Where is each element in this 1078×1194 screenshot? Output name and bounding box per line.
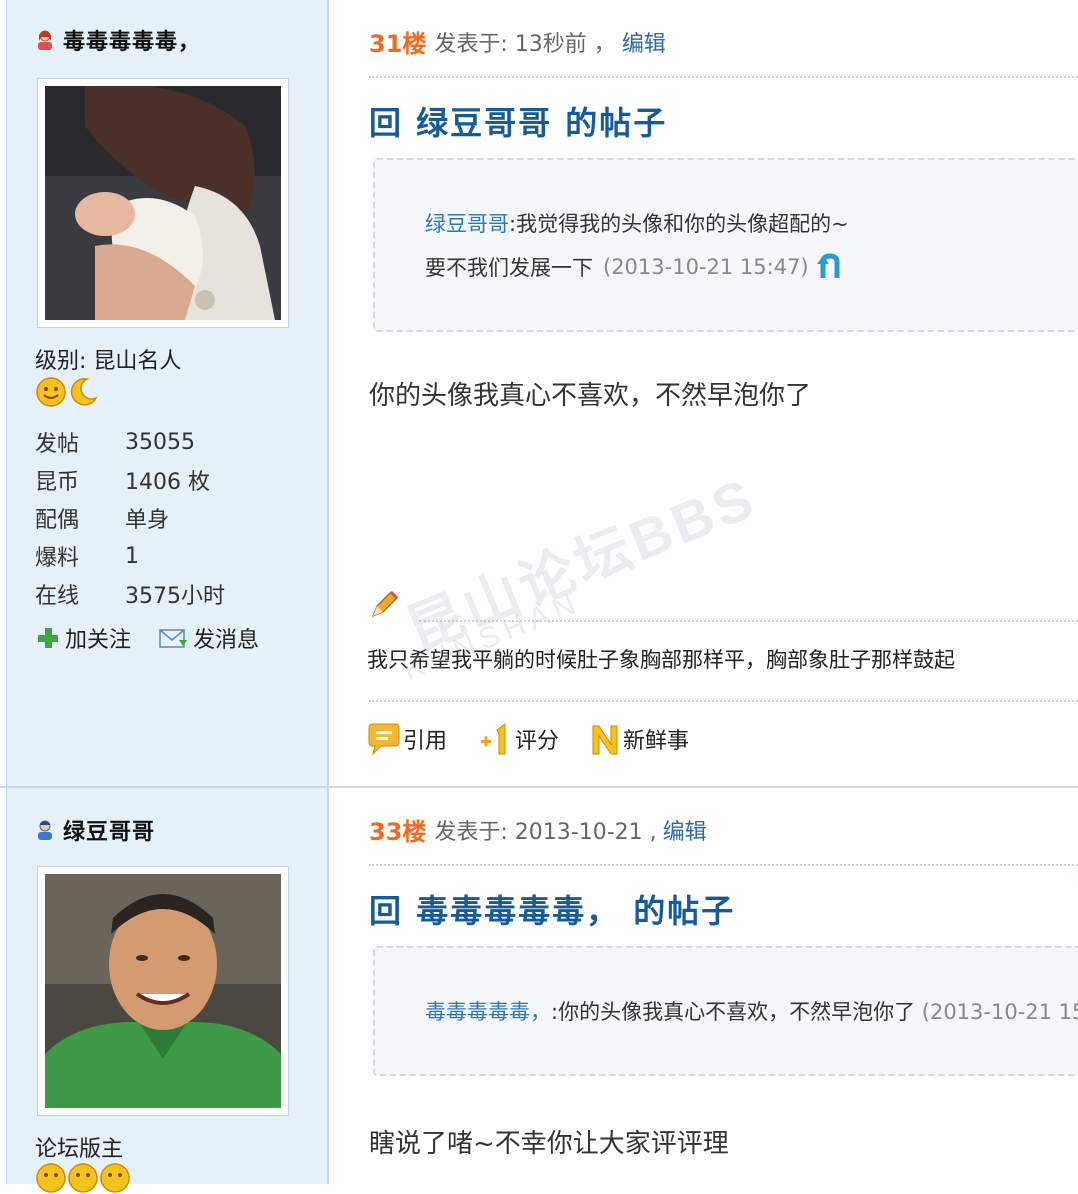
divider — [369, 700, 1078, 702]
stat-posts: 发帖 35055 — [35, 423, 225, 461]
jump-up-icon[interactable] — [815, 252, 845, 282]
post-header: 31楼 发表于: 13秒前 ， 编辑 — [369, 24, 666, 59]
quote-line-1: 绿豆哥哥:我觉得我的头像和你的头像超配的~ — [425, 208, 849, 238]
post-actions: 引用 评分 新鲜事 — [367, 722, 689, 756]
quote-line-2: 要不我们发展一下 (2013-10-21 15:47) — [425, 252, 845, 282]
pencil-icon — [371, 590, 399, 618]
follow-label: 加关注 — [65, 628, 132, 653]
stat-reports: 爆料 1 — [35, 537, 225, 575]
floor-number[interactable]: 33楼 — [369, 812, 426, 847]
quote-box: 绿豆哥哥:我觉得我的头像和你的头像超配的~ 要不我们发展一下 (2013-10-… — [373, 158, 1078, 332]
post-title: 回 毒毒毒毒毒， 的帖子 — [369, 892, 736, 930]
stat-label: 配偶 — [35, 508, 80, 533]
signature: 我只希望我平躺的时候肚子象胸部那样平，胸部象肚子那样鼓起 — [367, 648, 955, 672]
quote-button[interactable]: 引用 — [367, 722, 447, 756]
post-meta: 发表于: 2013-10-21 , — [434, 819, 657, 845]
plus-one-icon — [481, 723, 506, 755]
stat-value: 35055 — [125, 429, 195, 455]
avatar-frame[interactable] — [37, 866, 289, 1116]
user-sidebar: 毒毒毒毒毒， 级别: 昆山名人 发帖 35055 昆币 1406 枚 配偶 单身… — [7, 0, 329, 786]
quote-text: :我觉得我的头像和你的头像超配的~ — [509, 212, 849, 236]
quote-label: 引用 — [403, 729, 448, 754]
sun-medal-icon — [68, 1163, 98, 1193]
stat-label: 发帖 — [35, 432, 80, 457]
quote-author-link[interactable]: 绿豆哥哥 — [425, 212, 509, 236]
post-header: 33楼 发表于: 2013-10-21 , 编辑 — [369, 812, 707, 847]
plus-icon — [38, 628, 58, 648]
divider — [369, 864, 1078, 866]
male-user-icon — [38, 820, 52, 840]
divider — [369, 76, 1078, 78]
stat-value: 单身 — [125, 508, 170, 533]
stat-value: 1 — [125, 543, 139, 569]
quote-text: :你的头像我真心不喜欢，不然早泡你了 — [551, 1000, 916, 1024]
sun-medal-icon — [36, 377, 66, 407]
stat-label: 在线 — [35, 584, 80, 609]
quote-time: (2013-10-21 15:47) — [921, 1000, 1078, 1024]
post-content: 31楼 发表于: 13秒前 ， 编辑 回 绿豆哥哥 的帖子 绿豆哥哥:我觉得我的… — [329, 0, 1078, 786]
rate-button[interactable]: 评分 — [477, 722, 559, 756]
username[interactable]: 毒毒毒毒毒， — [63, 24, 201, 56]
post-meta: 发表于: 13秒前 ， — [434, 31, 616, 57]
medals — [35, 376, 99, 408]
user-level: 级别: 昆山名人 — [35, 349, 182, 374]
stat-online: 在线 3575小时 — [35, 575, 225, 613]
stat-coins: 昆币 1406 枚 — [35, 461, 225, 499]
username-row: 毒毒毒毒毒， — [35, 24, 201, 56]
stat-value: 3575小时 — [125, 584, 225, 609]
quote-text-2: 要不我们发展一下 — [425, 256, 593, 280]
post-body: 瞎说了啫~不幸你让大家评评理 — [369, 1129, 729, 1159]
envelope-icon — [159, 629, 188, 648]
post-body: 你的头像我真心不喜欢，不然早泡你了 — [369, 381, 812, 411]
quote-line-1: 毒毒毒毒毒，:你的头像我真心不喜欢，不然早泡你了 (2013-10-21 15:… — [425, 996, 1078, 1026]
username-row: 绿豆哥哥 — [35, 814, 155, 846]
post-title: 回 绿豆哥哥 的帖子 — [369, 104, 668, 142]
stat-value: 1406 枚 — [125, 470, 210, 495]
sun-medal-icon — [36, 1163, 66, 1193]
stat-spouse: 配偶 单身 — [35, 499, 225, 537]
stat-label: 昆币 — [35, 470, 80, 495]
fresh-label: 新鲜事 — [623, 729, 690, 754]
post-content: 33楼 发表于: 2013-10-21 , 编辑 回 毒毒毒毒毒， 的帖子 毒毒… — [329, 788, 1078, 1184]
avatar-frame[interactable] — [37, 78, 289, 328]
user-actions: 加关注 发消息 — [35, 622, 259, 654]
edit-link[interactable]: 编辑 — [663, 814, 707, 846]
username[interactable]: 绿豆哥哥 — [63, 814, 155, 846]
post-31: 毒毒毒毒毒， 级别: 昆山名人 发帖 35055 昆币 1406 枚 配偶 单身… — [0, 0, 1078, 788]
quote-time: (2013-10-21 15:47) — [603, 255, 809, 279]
quote-author-link[interactable]: 毒毒毒毒毒， — [425, 1000, 551, 1024]
stat-label: 爆料 — [35, 546, 80, 571]
medals — [35, 1162, 131, 1194]
female-user-icon — [38, 30, 52, 50]
message-button[interactable]: 发消息 — [159, 622, 259, 654]
sun-medal-icon — [100, 1163, 130, 1193]
user-level: 论坛版主 — [35, 1137, 124, 1162]
edit-link[interactable]: 编辑 — [622, 26, 666, 58]
user-stats: 发帖 35055 昆币 1406 枚 配偶 单身 爆料 1 在线 3575小时 — [35, 423, 225, 613]
message-label: 发消息 — [193, 628, 260, 653]
avatar — [45, 874, 281, 1108]
quote-box: 毒毒毒毒毒，:你的头像我真心不喜欢，不然早泡你了 (2013-10-21 15:… — [373, 946, 1078, 1076]
moon-medal-icon — [70, 378, 98, 406]
fresh-button[interactable]: 新鲜事 — [589, 722, 689, 756]
rate-label: 评分 — [515, 729, 560, 754]
avatar — [45, 86, 281, 320]
user-sidebar: 绿豆哥哥 论坛版主 — [7, 788, 329, 1193]
signature-divider — [419, 620, 1078, 622]
quote-bubble-icon — [368, 723, 400, 756]
post-33: 绿豆哥哥 论坛版主 33楼 发表于: 2013-10-21 , 编辑 回 毒毒毒… — [0, 788, 1078, 1193]
floor-number[interactable]: 31楼 — [369, 24, 426, 59]
fresh-n-icon — [592, 725, 618, 755]
follow-button[interactable]: 加关注 — [35, 622, 131, 654]
